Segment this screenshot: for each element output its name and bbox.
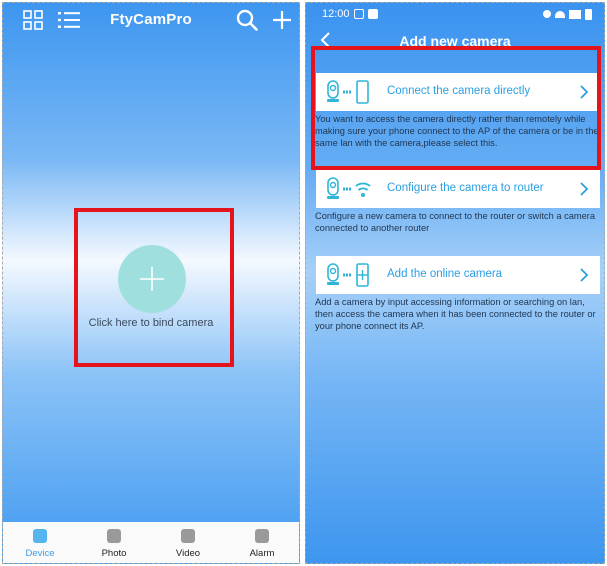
- photo-icon: [107, 529, 121, 543]
- add-online-camera-option[interactable]: Add the online camera: [316, 256, 600, 294]
- search-icon[interactable]: [236, 9, 258, 31]
- option-description: Add a camera by input accessing informat…: [315, 297, 596, 331]
- add-camera-screen: 12:00 Add new camera Connect the camera …: [305, 2, 605, 564]
- device-list-screen: FtyCamPro Click here to bind camera Devi…: [2, 2, 300, 564]
- camera-add-icon: [327, 263, 369, 287]
- alarm-status-icon: [543, 10, 551, 18]
- option-label: Connect the camera directly: [387, 85, 531, 97]
- option-label: Add the online camera: [387, 268, 503, 280]
- notification-icon: [354, 9, 364, 19]
- notification-icon: [368, 9, 378, 19]
- tab-label: Video: [175, 548, 201, 559]
- top-bar: FtyCamPro: [3, 3, 299, 39]
- plus-icon: [140, 267, 164, 291]
- connect-directly-option[interactable]: Connect the camera directly: [316, 73, 600, 111]
- camera-phone-icon: [327, 80, 369, 104]
- bottom-tab-bar: Device Photo Video Alarm: [3, 522, 299, 563]
- configure-router-option[interactable]: Configure the camera to router: [316, 170, 600, 208]
- device-icon: [33, 529, 47, 543]
- signal-icon: [569, 9, 581, 19]
- tab-label: Photo: [101, 548, 127, 559]
- option-label: Configure the camera to router: [387, 182, 544, 194]
- header: Add new camera: [306, 27, 604, 55]
- option-description: Configure a new camera to connect to the…: [315, 211, 596, 233]
- tab-alarm[interactable]: Alarm: [225, 522, 299, 563]
- tab-video[interactable]: Video: [151, 522, 225, 563]
- status-time: 12:00: [322, 8, 350, 20]
- alarm-icon: [255, 529, 269, 543]
- tab-label: Alarm: [249, 548, 275, 559]
- video-icon: [181, 529, 195, 543]
- option-description: You want to access the camera directly r…: [315, 114, 599, 148]
- bind-camera-button[interactable]: [118, 245, 186, 313]
- status-bar: 12:00: [306, 3, 604, 25]
- divider: [3, 487, 299, 488]
- status-icons: [543, 8, 592, 20]
- tab-device[interactable]: Device: [3, 522, 77, 563]
- page-title: Add new camera: [399, 33, 511, 49]
- bind-camera-label[interactable]: Click here to bind camera: [3, 317, 299, 329]
- chevron-right-icon: [580, 268, 589, 282]
- battery-icon: [585, 8, 592, 20]
- camera-wifi-icon: [327, 177, 371, 199]
- chevron-right-icon: [580, 182, 589, 196]
- tab-photo[interactable]: Photo: [77, 522, 151, 563]
- tab-label: Device: [25, 548, 55, 559]
- add-device-button[interactable]: [271, 9, 293, 31]
- wifi-status-icon: [555, 10, 565, 18]
- chevron-right-icon: [580, 85, 589, 99]
